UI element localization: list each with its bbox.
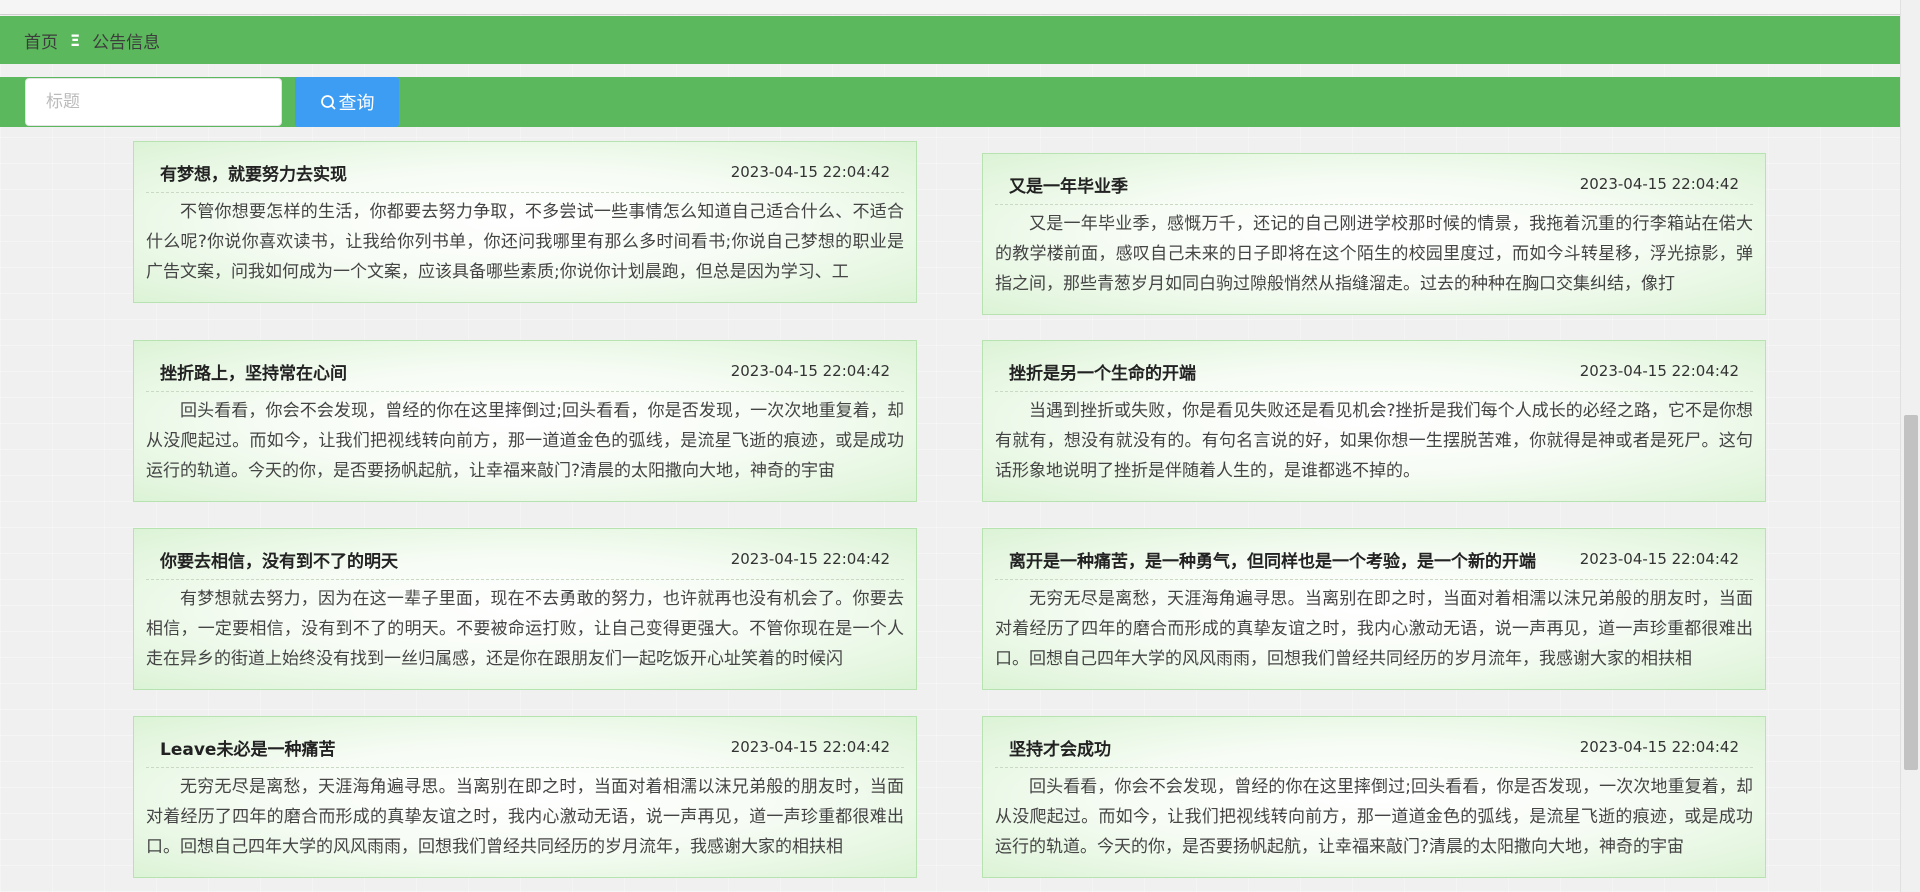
notice-card-header: Leave未必是一种痛苦 2023-04-15 22:04:42 xyxy=(146,727,904,768)
notice-card-header: 挫折路上，坚持常在心间 2023-04-15 22:04:42 xyxy=(146,351,904,392)
notice-title[interactable]: 又是一年毕业季 xyxy=(1009,172,1128,197)
notice-card-header: 挫折是另一个生命的开端 2023-04-15 22:04:42 xyxy=(995,351,1753,392)
notice-time: 2023-04-15 22:04:42 xyxy=(730,738,890,756)
notice-time: 2023-04-15 22:04:42 xyxy=(1579,550,1739,568)
notice-title[interactable]: 坚持才会成功 xyxy=(1009,735,1111,760)
notice-content: 有梦想就去努力，因为在这一辈子里面，现在不去勇敢的努力，也许就再也没有机会了。你… xyxy=(146,589,904,669)
notice-card-header: 又是一年毕业季 2023-04-15 22:04:42 xyxy=(995,164,1753,205)
notice-content: 回头看看，你会不会发现，曾经的你在这里摔倒过;回头看看，你是否发现，一次次地重复… xyxy=(995,777,1753,857)
notice-card[interactable]: 有梦想，就要努力去实现 2023-04-15 22:04:42 不管你想要怎样的… xyxy=(133,141,917,303)
notice-title[interactable]: 有梦想，就要努力去实现 xyxy=(160,160,347,185)
notice-time: 2023-04-15 22:04:42 xyxy=(1579,362,1739,380)
notice-card[interactable]: 又是一年毕业季 2023-04-15 22:04:42 又是一年毕业季，感慨万千… xyxy=(982,153,1766,315)
notice-content: 不管你想要怎样的生活，你都要去努力争取，不多尝试一些事情怎么知道自己适合什么、不… xyxy=(146,202,904,282)
notice-card-header: 离开是一种痛苦，是一种勇气，但同样也是一个考验，是一个新的开端 2023-04-… xyxy=(995,539,1753,580)
notice-card[interactable]: Leave未必是一种痛苦 2023-04-15 22:04:42 无穷无尽是离愁… xyxy=(133,716,917,878)
notice-card[interactable]: 挫折是另一个生命的开端 2023-04-15 22:04:42 当遇到挫折或失败… xyxy=(982,340,1766,502)
scrollbar-thumb[interactable] xyxy=(1904,415,1918,770)
notice-title[interactable]: Leave未必是一种痛苦 xyxy=(160,735,335,760)
notice-time: 2023-04-15 22:04:42 xyxy=(730,163,890,181)
notice-card[interactable]: 坚持才会成功 2023-04-15 22:04:42 回头看看，你会不会发现，曾… xyxy=(982,716,1766,878)
page-scrollbar[interactable] xyxy=(1900,0,1920,892)
notice-card-header: 你要去相信，没有到不了的明天 2023-04-15 22:04:42 xyxy=(146,539,904,580)
notice-card-header: 有梦想，就要努力去实现 2023-04-15 22:04:42 xyxy=(146,152,904,193)
notice-title[interactable]: 离开是一种痛苦，是一种勇气，但同样也是一个考验，是一个新的开端 xyxy=(1009,547,1536,572)
notice-title[interactable]: 挫折路上，坚持常在心间 xyxy=(160,359,347,384)
notice-time: 2023-04-15 22:04:42 xyxy=(1579,738,1739,756)
notice-content: 当遇到挫折或失败，你是看见失败还是看见机会?挫折是我们每个人成长的必经之路，它不… xyxy=(995,401,1753,481)
notice-card[interactable]: 你要去相信，没有到不了的明天 2023-04-15 22:04:42 有梦想就去… xyxy=(133,528,917,690)
notice-card[interactable]: 离开是一种痛苦，是一种勇气，但同样也是一个考验，是一个新的开端 2023-04-… xyxy=(982,528,1766,690)
notice-title[interactable]: 挫折是另一个生命的开端 xyxy=(1009,359,1196,384)
notice-content: 又是一年毕业季，感慨万千，还记的自己刚进学校那时候的情景，我拖着沉重的行李箱站在… xyxy=(995,214,1753,294)
notice-content: 无穷无尽是离愁，天涯海角遍寻思。当离别在即之时，当面对着相濡以沫兄弟般的朋友时，… xyxy=(146,777,904,857)
notice-card[interactable]: 挫折路上，坚持常在心间 2023-04-15 22:04:42 回头看看，你会不… xyxy=(133,340,917,502)
notice-card-header: 坚持才会成功 2023-04-15 22:04:42 xyxy=(995,727,1753,768)
notice-title[interactable]: 你要去相信，没有到不了的明天 xyxy=(160,547,398,572)
notice-list: 有梦想，就要努力去实现 2023-04-15 22:04:42 不管你想要怎样的… xyxy=(0,0,1900,892)
notice-time: 2023-04-15 22:04:42 xyxy=(730,362,890,380)
notice-content: 无穷无尽是离愁，天涯海角遍寻思。当离别在即之时，当面对着相濡以沫兄弟般的朋友时，… xyxy=(995,589,1753,669)
notice-content: 回头看看，你会不会发现，曾经的你在这里摔倒过;回头看看，你是否发现，一次次地重复… xyxy=(146,401,904,481)
notice-time: 2023-04-15 22:04:42 xyxy=(730,550,890,568)
notice-time: 2023-04-15 22:04:42 xyxy=(1579,175,1739,193)
